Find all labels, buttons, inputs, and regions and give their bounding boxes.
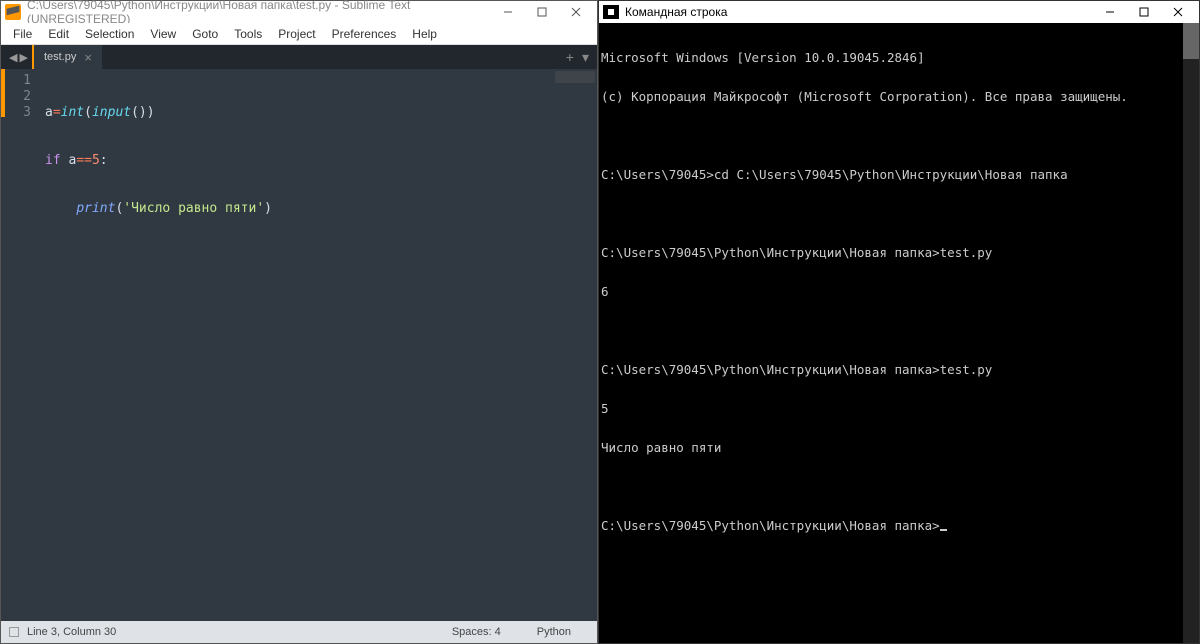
cmd-prompt-line: C:\Users\79045\Python\Инструкции\Новая п…	[601, 519, 1197, 532]
maximize-button[interactable]	[525, 1, 559, 23]
minimize-button[interactable]	[491, 1, 525, 23]
cmd-maximize-button[interactable]	[1127, 1, 1161, 23]
panel-toggle-icon[interactable]	[9, 627, 19, 637]
cmd-minimize-button[interactable]	[1093, 1, 1127, 23]
nav-back-icon[interactable]: ◀	[9, 51, 17, 64]
menu-goto[interactable]: Goto	[186, 25, 224, 43]
cmd-line	[601, 207, 1197, 220]
cmd-line: 6	[601, 285, 1197, 298]
tab-testpy[interactable]: test.py ×	[32, 45, 102, 69]
cmd-close-button[interactable]	[1161, 1, 1195, 23]
menu-help[interactable]: Help	[406, 25, 443, 43]
cmd-line: Microsoft Windows [Version 10.0.19045.28…	[601, 51, 1197, 64]
cmd-line	[601, 129, 1197, 142]
cmd-line: C:\Users\79045\Python\Инструкции\Новая п…	[601, 246, 1197, 259]
sublime-statusbar: Line 3, Column 30 Spaces: 4 Python	[1, 621, 597, 643]
cmd-titlebar[interactable]: Командная строка	[599, 1, 1199, 23]
cmd-line: C:\Users\79045\Python\Инструкции\Новая п…	[601, 363, 1197, 376]
menu-view[interactable]: View	[144, 25, 182, 43]
minimap[interactable]	[555, 71, 595, 83]
cmd-line: 5	[601, 402, 1197, 415]
code-line-1[interactable]: a=int(input())	[45, 105, 597, 121]
code-line-3[interactable]: print('Число равно пяти')	[45, 201, 597, 217]
menu-project[interactable]: Project	[272, 25, 321, 43]
menu-file[interactable]: File	[7, 25, 38, 43]
cmd-line: (c) Корпорация Майкрософт (Microsoft Cor…	[601, 90, 1197, 103]
cmd-line: Число равно пяти	[601, 441, 1197, 454]
sublime-titlebar[interactable]: C:\Users\79045\Python\Инструкции\Новая п…	[1, 1, 597, 23]
sublime-logo-icon	[5, 4, 21, 20]
code-content[interactable]: a=int(input()) if a==5: print('Число рав…	[39, 69, 597, 621]
menu-tools[interactable]: Tools	[228, 25, 268, 43]
cmd-logo-icon	[603, 5, 619, 19]
cmd-line	[601, 324, 1197, 337]
status-cursor[interactable]: Line 3, Column 30	[27, 626, 116, 638]
cmd-line: C:\Users\79045>cd C:\Users\79045\Python\…	[601, 168, 1197, 181]
tab-close-icon[interactable]: ×	[84, 50, 92, 65]
menu-preferences[interactable]: Preferences	[326, 25, 403, 43]
new-tab-icon[interactable]: +	[566, 49, 574, 66]
tab-nav-arrows[interactable]: ◀▶	[5, 51, 32, 64]
cmd-line	[601, 480, 1197, 493]
menu-selection[interactable]: Selection	[79, 25, 140, 43]
sublime-menubar: File Edit Selection View Goto Tools Proj…	[1, 23, 597, 45]
editor-area[interactable]: 1 2 3 a=int(input()) if a==5: print('Чис…	[1, 69, 597, 621]
cmd-terminal[interactable]: Microsoft Windows [Version 10.0.19045.28…	[599, 23, 1199, 643]
tab-menu-icon[interactable]: ▾	[582, 49, 589, 66]
cursor-icon	[940, 529, 947, 531]
nav-forward-icon[interactable]: ▶	[19, 51, 27, 64]
sublime-window: C:\Users\79045\Python\Инструкции\Новая п…	[0, 0, 598, 644]
tab-bar: ◀▶ test.py × + ▾	[1, 45, 597, 69]
menu-edit[interactable]: Edit	[42, 25, 75, 43]
scrollbar-thumb[interactable]	[1183, 23, 1199, 59]
cmd-scrollbar[interactable]	[1183, 23, 1199, 643]
line-numbers: 1 2 3	[5, 69, 39, 621]
close-button[interactable]	[559, 1, 593, 23]
status-language[interactable]: Python	[519, 626, 589, 638]
status-spaces[interactable]: Spaces: 4	[434, 626, 519, 638]
code-line-2[interactable]: if a==5:	[45, 153, 597, 169]
cmd-title: Командная строка	[625, 5, 1093, 19]
tab-label: test.py	[44, 51, 76, 63]
cmd-window: Командная строка Microsoft Windows [Vers…	[598, 0, 1200, 644]
